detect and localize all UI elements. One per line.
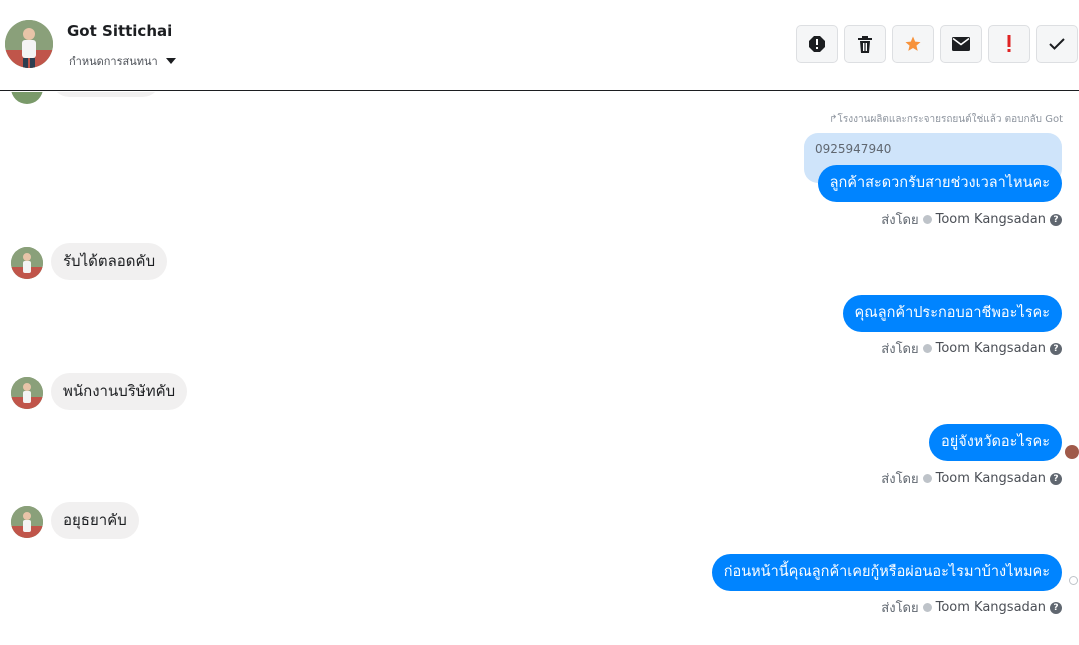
mark-done-button[interactable] — [1036, 25, 1078, 63]
check-icon — [1049, 38, 1065, 50]
message-bubble-incoming[interactable]: พนักงานบริษัทคับ — [51, 373, 188, 410]
message-bubble-incoming[interactable]: อยุธยาคับ — [51, 502, 139, 539]
assign-label: กำหนดการสนทนา — [69, 55, 158, 68]
sent-by-info: ส่งโดย Toom Kangsadan? — [881, 338, 1062, 359]
help-icon: ? — [1050, 342, 1062, 355]
delete-button[interactable] — [844, 25, 886, 63]
message-bubble-outgoing[interactable]: อยู่จังหวัดอะไรคะ — [929, 424, 1062, 461]
sent-by-info: ส่งโดย Toom Kangsadan? — [881, 597, 1062, 618]
verified-icon — [922, 474, 932, 483]
verified-icon — [922, 603, 932, 612]
message-bubble-outgoing[interactable]: คุณลูกค้าประกอบอาชีพอะไรคะ — [842, 295, 1062, 332]
flag-icon — [808, 35, 826, 53]
star-icon — [904, 35, 922, 53]
message-bubble-outgoing[interactable]: ลูกค้าสะดวกรับสายช่วงเวลาไหนคะ — [817, 165, 1062, 202]
contact-avatar-small — [11, 247, 43, 279]
contact-avatar-small — [11, 377, 43, 409]
trash-icon — [857, 35, 873, 53]
contact-avatar[interactable] — [5, 20, 53, 68]
flag-spam-button[interactable] — [796, 25, 838, 63]
contact-name[interactable]: Got Sittichai — [67, 22, 172, 40]
help-icon: ? — [1050, 213, 1062, 226]
assign-conversation-dropdown[interactable]: กำหนดการสนทนา — [69, 52, 176, 70]
conversation-actions — [796, 25, 1078, 63]
sent-by-info: ส่งโดย Toom Kangsadan? — [881, 468, 1062, 489]
message-bubble-outgoing[interactable]: ก่อนหน้านี้คุณลูกค้าเคยกู้หรือผ่อนอะไรมา… — [711, 554, 1062, 591]
star-button[interactable] — [892, 25, 934, 63]
contact-avatar-small — [11, 92, 43, 104]
verified-icon — [922, 344, 932, 353]
message-bubble-partial — [51, 92, 161, 97]
exclamation-icon — [1006, 35, 1012, 53]
reply-meta: ↱โรงงานผลิตและกระจายรถยนต์ใช่แล้ว ตอบกลั… — [829, 114, 1063, 125]
message-bubble-incoming[interactable]: รับได้ตลอดคับ — [51, 243, 168, 280]
contact-avatar-small — [11, 506, 43, 538]
mail-icon — [952, 37, 970, 51]
follow-up-button[interactable] — [988, 25, 1030, 63]
help-icon: ? — [1050, 472, 1062, 485]
verified-icon — [922, 215, 932, 224]
delivered-icon — [1069, 576, 1078, 585]
mark-unread-button[interactable] — [940, 25, 982, 63]
sent-by-info: ส่งโดย Toom Kangsadan? — [881, 209, 1062, 230]
chevron-down-icon — [165, 58, 176, 64]
message-thread[interactable]: ↱โรงงานผลิตและกระจายรถยนต์ใช่แล้ว ตอบกลั… — [0, 92, 1079, 645]
conversation-header: Got Sittichai กำหนดการสนทนา — [0, 0, 1079, 91]
seen-avatar — [1065, 445, 1079, 459]
help-icon: ? — [1050, 601, 1062, 614]
